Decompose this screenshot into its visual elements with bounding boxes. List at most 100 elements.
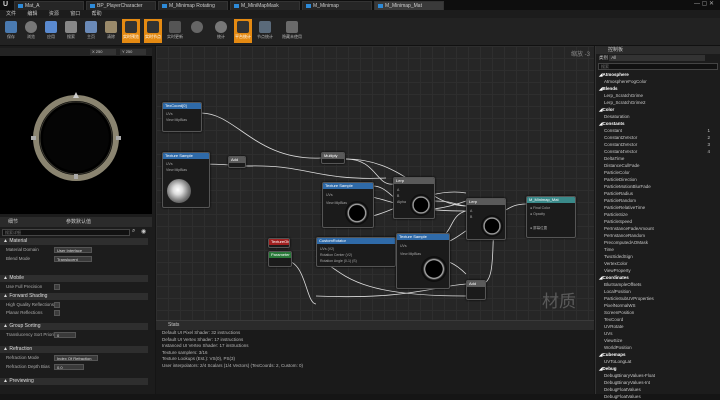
material-preview-viewport[interactable]: [0, 56, 152, 214]
live-preview-button[interactable]: 实时预览: [122, 19, 140, 43]
clean-button[interactable]: 清除: [102, 19, 120, 43]
node-custom-rotator[interactable]: CustomRotator UVs (V2) Rotation Center (…: [316, 237, 396, 267]
palette-search-input[interactable]: 搜索: [598, 63, 718, 70]
palette-item[interactable]: DebugBinaryValues-Float: [596, 372, 720, 379]
menu-help[interactable]: 帮助: [92, 11, 102, 17]
palette-category[interactable]: ◢Constants: [596, 120, 720, 127]
tab-1[interactable]: BP_PlayerCharacter: [86, 1, 156, 10]
section-mobile[interactable]: ▲ Mobile: [0, 275, 148, 282]
palette-item[interactable]: Constant4Vector 4: [596, 148, 720, 155]
hide-unused-button[interactable]: 隐藏未使用: [280, 19, 304, 43]
window-controls[interactable]: — ▢ ✕: [694, 0, 714, 7]
section-group-sorting[interactable]: ▲ Group Sorting: [0, 323, 148, 330]
palette-item[interactable]: ViewSize: [596, 337, 720, 344]
palette-item[interactable]: AtmosphereFogColor: [596, 78, 720, 85]
details-search-input[interactable]: 搜索详细: [2, 229, 130, 236]
node-param-small[interactable]: Add: [228, 156, 246, 168]
node-scalar-parameter[interactable]: Parameter: [268, 251, 292, 267]
palette-item[interactable]: ParticleRelativeTime: [596, 204, 720, 211]
palette-item[interactable]: PerInstanceFadeAmount: [596, 225, 720, 232]
palette-item[interactable]: ParticleColor: [596, 169, 720, 176]
palette-item[interactable]: ParticleRadius: [596, 190, 720, 197]
palette-item[interactable]: UVs: [596, 330, 720, 337]
palette-category[interactable]: ◢Coordinates: [596, 274, 720, 281]
palette-item[interactable]: Constant3Vector 3: [596, 141, 720, 148]
refraction-mode-dropdown[interactable]: Index Of Refraction: [54, 355, 98, 361]
palette-item[interactable]: ParticleDirection: [596, 176, 720, 183]
palette-item[interactable]: ParticleSubUVProperties: [596, 295, 720, 302]
palette-item[interactable]: UVToLongLat: [596, 358, 720, 365]
node-stats-button[interactable]: 节点统计: [256, 19, 274, 43]
palette-item[interactable]: DeltaTime: [596, 155, 720, 162]
section-material[interactable]: ▲ Material: [0, 238, 148, 245]
palette-item[interactable]: ParticleSize: [596, 211, 720, 218]
view-options-icon[interactable]: ◉: [141, 228, 146, 235]
palette-item[interactable]: Desaturation: [596, 113, 720, 120]
palette-item[interactable]: PrecomputedAOMask: [596, 239, 720, 246]
section-previewing[interactable]: ▲ Previewing: [0, 378, 148, 385]
tab-param-defaults[interactable]: 参数默认值: [66, 217, 91, 227]
node-lerp-1[interactable]: Lerp A B Alpha: [393, 177, 435, 219]
menu-asset[interactable]: 资源: [49, 11, 59, 17]
palette-category[interactable]: ◢Color: [596, 106, 720, 113]
palette-item[interactable]: Constant 1: [596, 127, 720, 134]
browse-button[interactable]: 浏览: [22, 19, 40, 43]
palette-item[interactable]: DebugFloatValues: [596, 393, 720, 400]
apply-button[interactable]: 应用: [42, 19, 60, 43]
node-add[interactable]: Add: [466, 280, 486, 300]
full-precision-checkbox[interactable]: [54, 284, 60, 290]
save-button[interactable]: 保存: [2, 19, 20, 43]
node-result[interactable]: M_Minimap_Mat ● Final Color ● Opacity ● …: [526, 196, 576, 238]
tab-details[interactable]: 细节: [8, 217, 18, 227]
stats-button[interactable]: 统计: [212, 19, 230, 43]
palette-item[interactable]: VertexColor: [596, 260, 720, 267]
hq-reflections-checkbox[interactable]: [54, 302, 60, 308]
palette-category[interactable]: ◢Debug: [596, 365, 720, 372]
palette-item[interactable]: PixelNormalWS: [596, 302, 720, 309]
viewport-size-x[interactable]: X 250: [90, 49, 116, 55]
node-multiply[interactable]: Multiply: [321, 152, 345, 164]
palette-item[interactable]: DebugBinaryValues-Int: [596, 379, 720, 386]
palette-item[interactable]: ParticleRandom: [596, 197, 720, 204]
blend-mode-dropdown[interactable]: Translucent: [54, 256, 92, 262]
node-texture-sample-3[interactable]: Texture Sample UVs View MipBias: [396, 233, 450, 289]
palette-item[interactable]: ParticleSpeed: [596, 218, 720, 225]
tab-0[interactable]: Mat_A: [14, 1, 84, 10]
node-texcoord[interactable]: TexCoord[0] UVs View MipBias: [162, 102, 202, 132]
palette-item[interactable]: UVRotate: [596, 323, 720, 330]
palette-item[interactable]: WorldPosition: [596, 344, 720, 351]
tab-4[interactable]: M_Minimap: [302, 1, 372, 10]
palette-item[interactable]: LocalPosition: [596, 288, 720, 295]
palette-item[interactable]: ParticleMotionBlurFade: [596, 183, 720, 190]
section-forward-shading[interactable]: ▲ Forward Shading: [0, 293, 148, 300]
platform-stats-button[interactable]: 平台统计: [234, 19, 252, 43]
palette-item[interactable]: ViewProperty: [596, 267, 720, 274]
node-texture-object[interactable]: TextureObject: [268, 238, 290, 248]
palette-item[interactable]: ScreenPosition: [596, 309, 720, 316]
viewport-size-y[interactable]: Y 250: [120, 49, 146, 55]
palette-item[interactable]: Time: [596, 246, 720, 253]
palette-item[interactable]: TwoSidedSign: [596, 253, 720, 260]
palette-item[interactable]: PerInstanceRandom: [596, 232, 720, 239]
menu-file[interactable]: 文件: [6, 11, 16, 17]
palette-filter-dropdown[interactable]: All: [609, 55, 706, 61]
palette-item[interactable]: DebugFloatValues: [596, 386, 720, 393]
tab-3[interactable]: M_MiniMapMask: [230, 1, 300, 10]
node-texture-sample-2[interactable]: Texture Sample UVs View MipBias: [322, 182, 374, 228]
node-texture-sample-1[interactable]: Texture Sample UVs View MipBias: [162, 152, 210, 208]
live-nodes-button[interactable]: 实时节点: [144, 19, 162, 43]
palette-item[interactable]: Lerp_ScratchGrime2: [596, 99, 720, 106]
find-button[interactable]: 搜索: [62, 19, 80, 43]
palette-item[interactable]: Constant2Vector 2: [596, 134, 720, 141]
palette-category[interactable]: ◢Blends: [596, 85, 720, 92]
refraction-depth-field[interactable]: 0.0: [54, 364, 84, 370]
menu-edit[interactable]: 编辑: [27, 11, 37, 17]
home-button[interactable]: 主页: [82, 19, 100, 43]
node-lerp-2[interactable]: Lerp A B: [466, 198, 506, 240]
palette-item[interactable]: TexCoord: [596, 316, 720, 323]
section-refraction[interactable]: ▲ Refraction: [0, 346, 148, 353]
planar-reflections-checkbox[interactable]: [54, 310, 60, 316]
palette-item[interactable]: Lerp_ScratchGrime: [596, 92, 720, 99]
tab-2[interactable]: M_Minimap Rotating: [158, 1, 228, 10]
palette-category[interactable]: ◢Atmosphere: [596, 71, 720, 78]
